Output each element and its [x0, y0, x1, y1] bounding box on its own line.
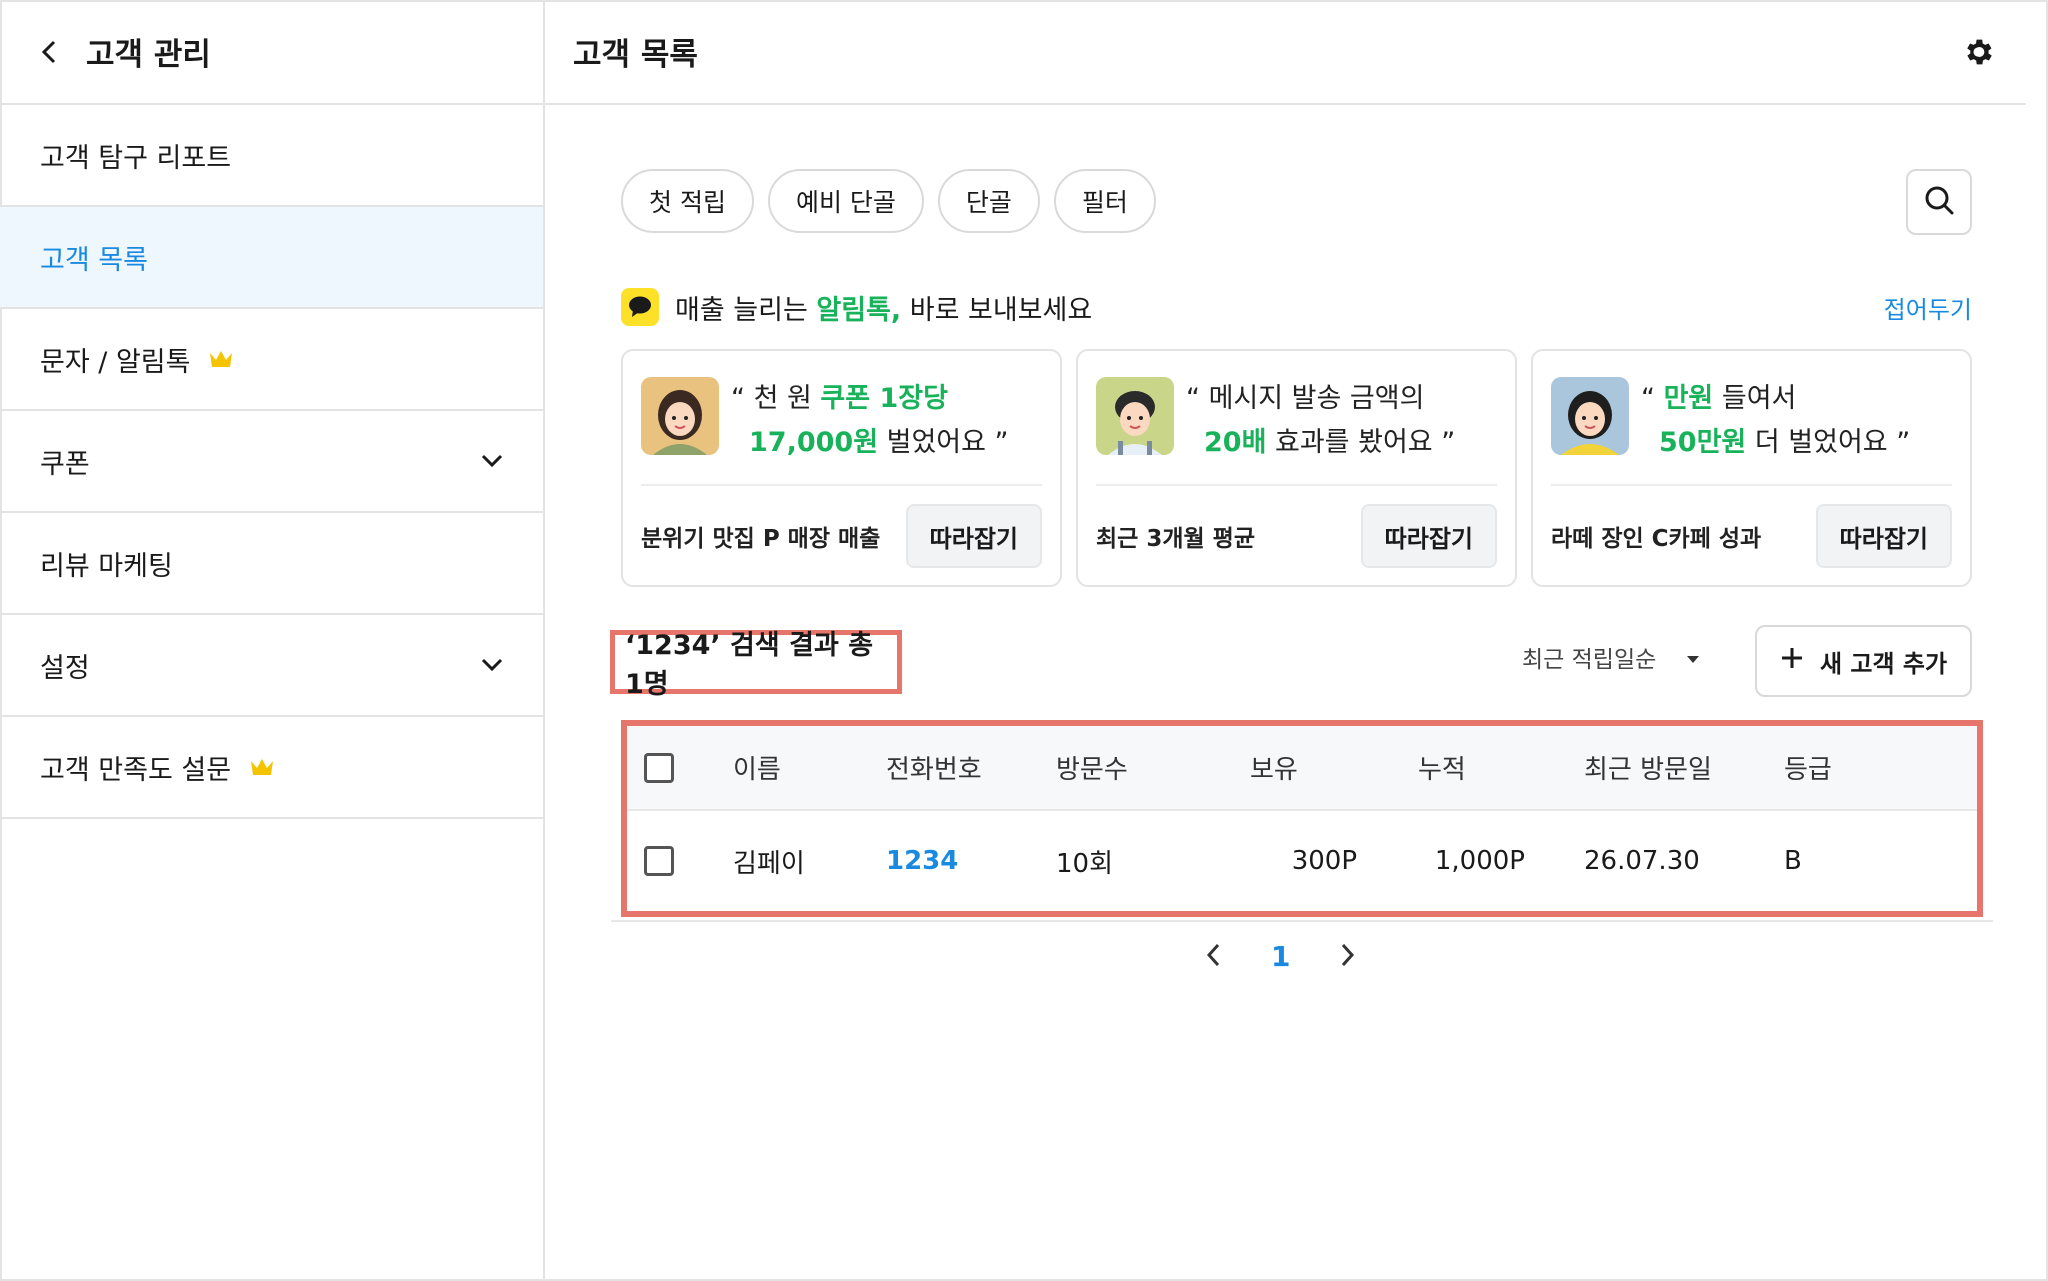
main-header: 고객 목록 [545, 0, 2026, 105]
promo-card: “ 천 원 쿠폰 1장당 17,000원 벌었어요 ” 분위기 맛집 P 매장 … [621, 349, 1062, 587]
promo-quote: “ 천 원 쿠폰 1장당 17,000원 벌었어요 ” [731, 383, 1009, 458]
sort-label: 최근 적립일순 [1522, 647, 1657, 673]
cell-phone[interactable]: 1234 [886, 846, 958, 876]
follow-button[interactable]: 따라잡기 [1815, 504, 1952, 568]
chevron-right-icon[interactable] [1340, 942, 1356, 972]
sidebar-item-message[interactable]: 문자 / 알림톡 [0, 309, 543, 411]
sidebar: 고객 관리 고객 탐구 리포트 고객 목록 문자 / 알림톡 쿠폰 리뷰 마케팅… [0, 0, 545, 1281]
cell-held-points: 300P [1291, 846, 1357, 876]
customer-table: 이름 전화번호 방문수 보유 누적 최근 방문일 등급 김페이 1234 10회… [621, 720, 1983, 917]
page-number-current[interactable]: 1 [1271, 940, 1290, 973]
promo-text: 매출 늘리는 알림톡, 바로 보내보세요 [675, 294, 1093, 326]
crown-icon [208, 349, 234, 369]
promo-quote: “ 메시지 발송 금액의 20배 효과를 봤어요 ” [1186, 383, 1456, 458]
chip-first-accumulation[interactable]: 첫 적립 [621, 169, 754, 233]
sidebar-item-review-marketing[interactable]: 리뷰 마케팅 [0, 513, 543, 615]
add-customer-button[interactable]: 새 고객 추가 [1755, 625, 1972, 697]
pagination: 1 [1205, 940, 1356, 973]
promo-cards: “ 천 원 쿠폰 1장당 17,000원 벌었어요 ” 분위기 맛집 P 매장 … [621, 349, 1972, 587]
sidebar-header: 고객 관리 [0, 0, 543, 105]
sidebar-item-label: 고객 만족도 설문 [40, 754, 232, 786]
card-source: 최근 3개월 평균 [1096, 526, 1255, 552]
table-divider [611, 920, 1993, 922]
chevron-down-icon [481, 454, 503, 468]
sidebar-item-customer-report[interactable]: 고객 탐구 리포트 [0, 105, 543, 207]
sidebar-item-label: 설정 [40, 652, 90, 684]
row-checkbox[interactable] [644, 846, 674, 876]
column-header: 방문수 [1056, 755, 1128, 785]
column-header: 보유 [1250, 755, 1298, 785]
chip-prospective-regular[interactable]: 예비 단골 [767, 169, 924, 233]
column-header: 누적 [1418, 755, 1466, 785]
card-source: 라떼 장인 C카페 성과 [1551, 526, 1762, 552]
search-button[interactable] [1906, 169, 1972, 235]
sidebar-item-label: 고객 탐구 리포트 [40, 142, 232, 174]
result-count-text: ‘1234’ 검색 결과 총 1명 [625, 630, 874, 700]
promo-card: “ 만원 들여서 50만원 더 벌었어요 ” 라떼 장인 C카페 성과 따라잡기 [1531, 349, 1972, 587]
cell-visits: 10회 [1056, 848, 1114, 879]
chip-filter[interactable]: 필터 [1053, 169, 1156, 233]
sidebar-item-label: 고객 목록 [40, 244, 148, 276]
sidebar-title: 고객 관리 [86, 37, 211, 73]
cell-accumulated-points: 1,000P [1434, 846, 1525, 876]
back-icon[interactable] [36, 39, 62, 65]
avatar [1096, 377, 1174, 455]
page-title: 고객 목록 [573, 37, 698, 73]
sidebar-item-label: 쿠폰 [40, 448, 90, 480]
search-result-summary: ‘1234’ 검색 결과 총 1명 [610, 630, 902, 700]
cell-last-visit: 26.07.30 [1584, 846, 1700, 876]
chevron-down-icon [481, 658, 503, 672]
fold-link[interactable]: 접어두기 [1884, 290, 1972, 325]
select-all-checkbox[interactable] [644, 752, 674, 783]
sidebar-item-label: 문자 / 알림톡 [40, 346, 191, 378]
table-header: 이름 전화번호 방문수 보유 누적 최근 방문일 등급 [627, 726, 1977, 811]
cell-name: 김페이 [733, 848, 805, 879]
promo-card: “ 메시지 발송 금액의 20배 효과를 봤어요 ” 최근 3개월 평균 따라잡… [1076, 349, 1517, 587]
plus-icon [1780, 646, 1804, 676]
main-panel: 고객 목록 첫 적립 예비 단골 단골 필터 매출 늘리는 알림톡, 바로 보내… [545, 0, 2026, 1281]
filter-chips: 첫 적립 예비 단골 단골 필터 [621, 169, 1156, 233]
search-icon [1923, 184, 1955, 220]
column-header: 등급 [1784, 755, 1832, 785]
sidebar-item-satisfaction-survey[interactable]: 고객 만족도 설문 [0, 717, 543, 819]
crown-icon [249, 757, 275, 777]
alimtalk-promo-bar: 매출 늘리는 알림톡, 바로 보내보세요 접어두기 [621, 287, 1972, 327]
chat-bubble-icon [621, 288, 659, 326]
column-header: 이름 [733, 755, 781, 785]
gear-icon[interactable] [1960, 34, 1996, 70]
sidebar-item-label: 리뷰 마케팅 [40, 550, 173, 582]
sidebar-item-customer-list[interactable]: 고객 목록 [0, 207, 543, 309]
add-customer-label: 새 고객 추가 [1819, 649, 1948, 678]
column-header: 전화번호 [886, 755, 982, 785]
caret-down-icon [1686, 644, 1700, 670]
sort-dropdown[interactable]: 최근 적립일순 [1522, 640, 1700, 674]
sidebar-item-coupon[interactable]: 쿠폰 [0, 411, 543, 513]
column-header: 최근 방문일 [1584, 755, 1712, 785]
promo-quote: “ 만원 들여서 50만원 더 벌었어요 ” [1641, 383, 1911, 458]
cell-grade: B [1784, 846, 1802, 876]
avatar [641, 377, 719, 455]
chevron-left-icon[interactable] [1205, 942, 1221, 972]
follow-button[interactable]: 따라잡기 [1360, 504, 1497, 568]
follow-button[interactable]: 따라잡기 [905, 504, 1042, 568]
chip-regular[interactable]: 단골 [937, 169, 1040, 233]
avatar [1551, 377, 1629, 455]
sidebar-item-settings[interactable]: 설정 [0, 615, 543, 717]
card-source: 분위기 맛집 P 매장 매출 [641, 526, 881, 552]
table-row[interactable]: 김페이 1234 10회 300P 1,000P 26.07.30 B [627, 811, 1977, 911]
